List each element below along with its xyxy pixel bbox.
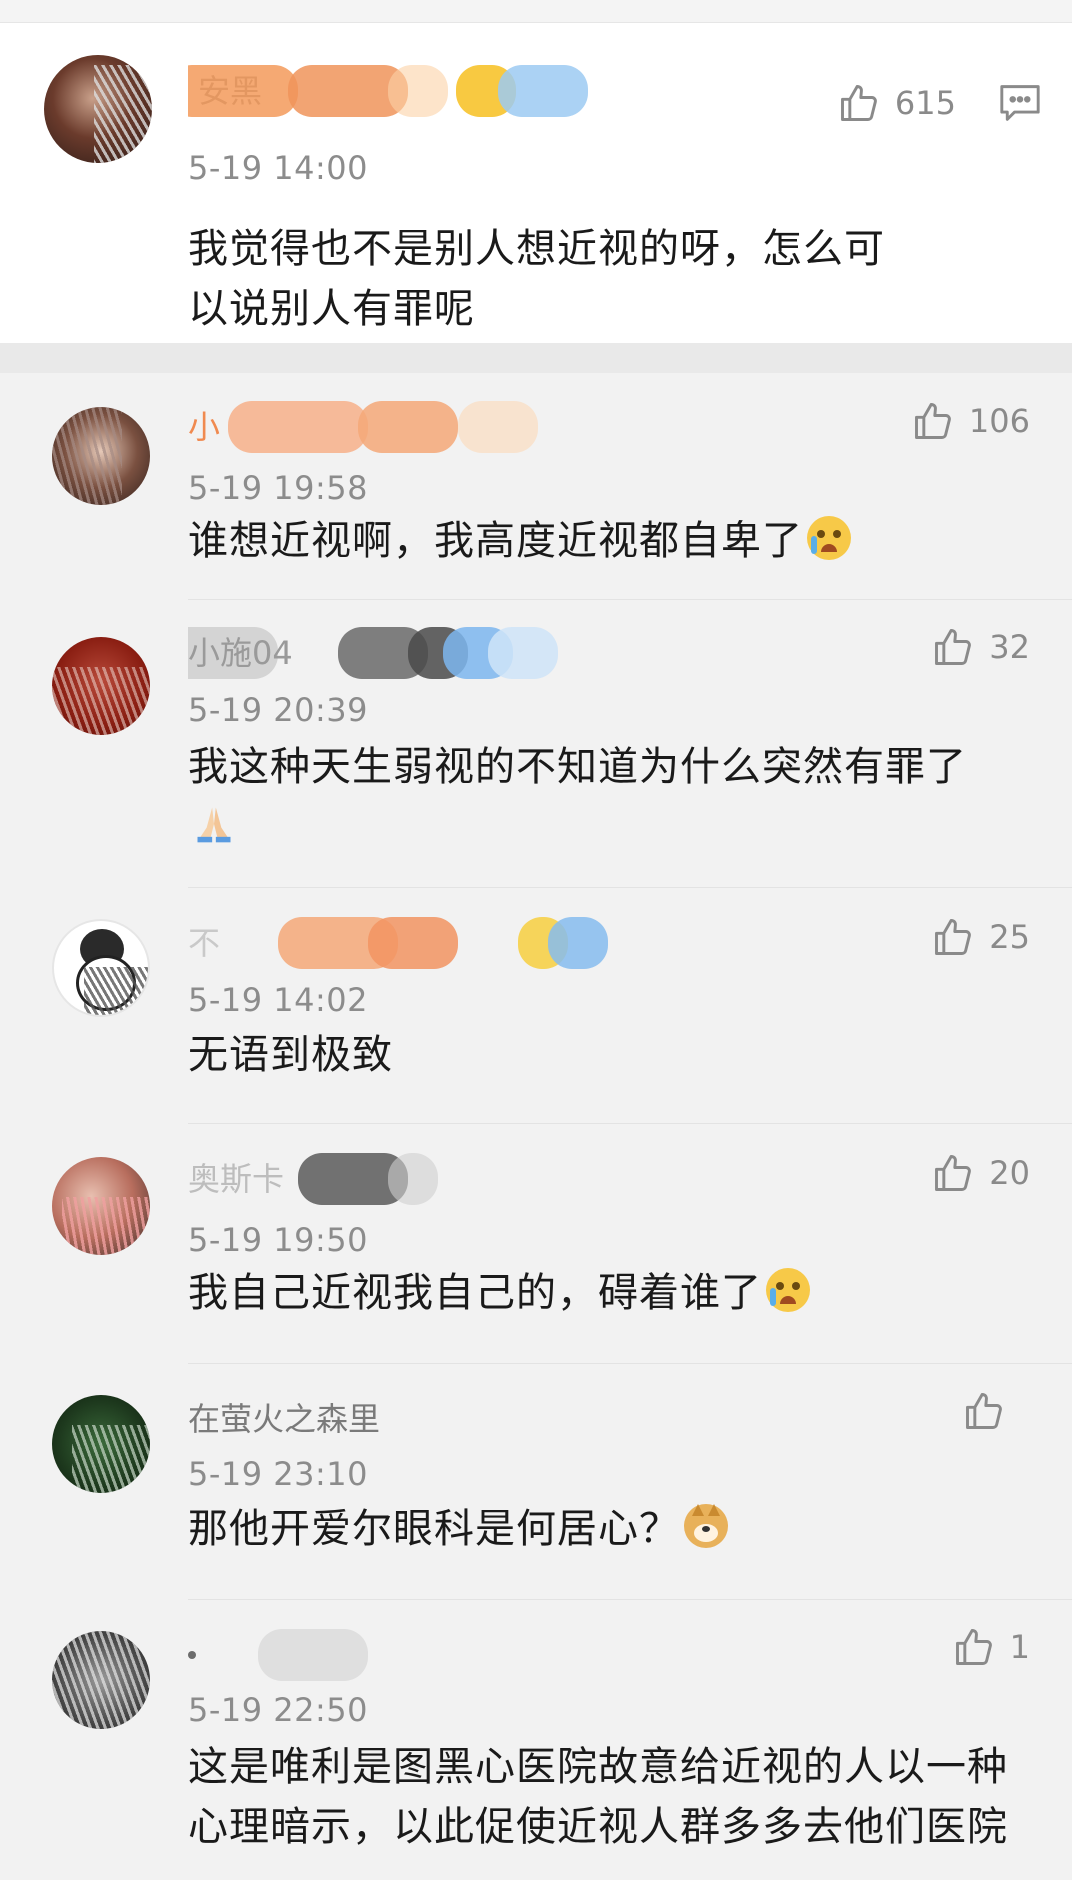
username[interactable]: 安黑 [188, 65, 608, 117]
thumbs-up-icon [966, 1393, 1002, 1429]
comment-text: 这是唯利是图黑心医院故意给近视的人以一种心理暗示，以此促使近视人群多多去他们医院 [188, 1744, 1008, 1850]
avatar[interactable] [52, 1157, 150, 1255]
main-comment: 安黑 5-19 14:00 615 我觉得也不是别人想近视的呀，怎么可以说别人有… [0, 23, 1072, 343]
reply-list: 小 5-19 19:58 106 谁想近视啊，我高度近视都自卑了 小施04 5-… [0, 373, 1072, 1859]
crying-face-emoji [807, 516, 851, 560]
comment-time: 5-19 20:39 [188, 691, 369, 729]
like-button[interactable]: 106 [911, 399, 1030, 443]
like-button[interactable]: 1 [952, 1625, 1030, 1669]
thumbs-up-icon [935, 629, 972, 665]
comment-text: 我自己近视我自己的，碍着谁了 [188, 1263, 1032, 1323]
thumbs-up-icon [935, 919, 972, 955]
comment-time: 5-19 23:10 [188, 1455, 369, 1493]
folded-hands-emoji [192, 802, 236, 846]
reply-item: 5-19 22:50 1 这是唯利是图黑心医院故意给近视的人以一种心理暗示，以此… [0, 1599, 1072, 1859]
thumbs-up-icon [914, 403, 951, 439]
like-button[interactable]: 32 [931, 625, 1030, 669]
username-redaction [488, 627, 558, 679]
reply-item: 奥斯卡 5-19 19:50 20 我自己近视我自己的，碍着谁了 [0, 1123, 1072, 1363]
avatar[interactable] [52, 1395, 150, 1493]
like-count: 20 [989, 1154, 1030, 1192]
comment-time: 5-19 19:50 [188, 1221, 369, 1259]
reply-icon[interactable] [998, 83, 1042, 123]
comment-time: 5-19 19:58 [188, 469, 369, 507]
like-button[interactable]: 20 [931, 1151, 1030, 1195]
comment-time: 5-19 14:00 [188, 149, 369, 187]
comment-text: 那他开爱尔眼科是何居心？ [188, 1499, 1032, 1559]
username-redaction [228, 401, 368, 453]
username-redaction [358, 401, 458, 453]
section-separator [0, 343, 1072, 373]
top-strip [0, 0, 1072, 23]
username-redaction [188, 65, 298, 117]
comment-time: 5-19 22:50 [188, 1691, 369, 1729]
comment-time: 5-19 14:02 [188, 981, 369, 1019]
like-count: 1 [1009, 1628, 1030, 1666]
like-count: 106 [968, 402, 1030, 440]
thumbs-up-icon [935, 1155, 972, 1191]
comment-text: 谁想近视啊，我高度近视都自卑了 [188, 511, 1032, 571]
username-redaction [458, 401, 538, 453]
comment-text: 我觉得也不是别人想近视的呀，怎么可以说别人有罪呢 [188, 226, 885, 332]
username-redaction [368, 917, 458, 969]
username-redaction [388, 65, 448, 117]
username-redaction [548, 917, 608, 969]
username-redaction [498, 65, 588, 117]
username-redaction [388, 1153, 438, 1205]
avatar[interactable] [44, 55, 152, 163]
like-count: 615 [894, 84, 956, 122]
username[interactable]: 小 [188, 401, 608, 453]
avatar[interactable] [52, 919, 150, 1017]
comment-text: 无语到极致 [188, 1032, 393, 1078]
username[interactable]: 不 [188, 917, 608, 969]
reply-item: 小施04 5-19 20:39 32 我这种天生弱视的不知道为什么突然有罪了 [0, 599, 1072, 887]
like-count: 32 [989, 628, 1030, 666]
avatar[interactable] [52, 407, 150, 505]
thumbs-up-icon [955, 1629, 992, 1665]
reply-item: 小 5-19 19:58 106 谁想近视啊，我高度近视都自卑了 [0, 373, 1072, 599]
avatar[interactable] [52, 1631, 150, 1729]
username[interactable]: 奥斯卡 [188, 1153, 608, 1205]
reply-item: 不 5-19 14:02 25 无语到极致 [0, 887, 1072, 1123]
username[interactable]: 在萤火之森里 [188, 1393, 608, 1445]
username[interactable]: 小施04 [188, 627, 608, 679]
doge-emoji [684, 1504, 728, 1548]
like-count: 25 [989, 918, 1030, 956]
username-redaction [188, 1651, 196, 1659]
username[interactable] [188, 1629, 608, 1681]
crying-face-emoji [766, 1268, 810, 1312]
like-button[interactable] [962, 1389, 1020, 1433]
like-button[interactable]: 615 [837, 81, 956, 125]
username-redaction [258, 1629, 368, 1681]
avatar[interactable] [52, 637, 150, 735]
thumbs-up-icon [840, 85, 877, 121]
comment-text: 我这种天生弱视的不知道为什么突然有罪了 [188, 737, 1032, 857]
like-button[interactable]: 25 [931, 915, 1030, 959]
reply-item: 在萤火之森里 5-19 23:10 那他开爱尔眼科是何居心？ [0, 1363, 1072, 1599]
